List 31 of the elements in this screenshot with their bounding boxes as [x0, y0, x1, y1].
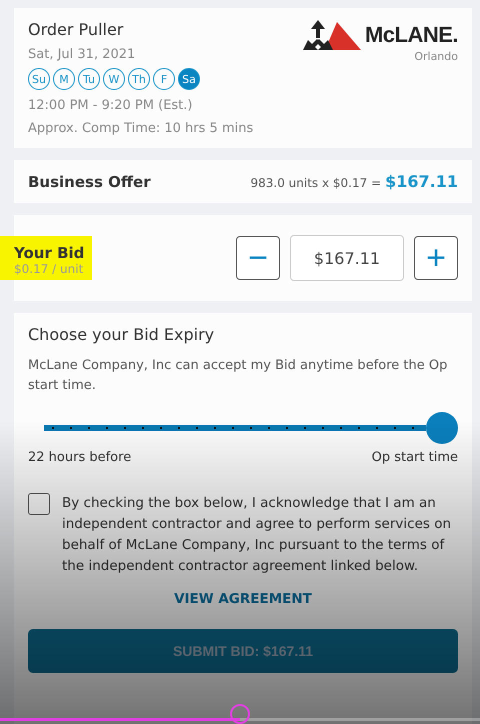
agreement-text: By checking the box below, I acknowledge that I am an independent contractor and agree to perform services on behalf of McLane Company, Inc pursuant to the terms of the independent contractor agreement linked below.	[62, 494, 452, 576]
day-chip: Tu	[78, 68, 100, 90]
expiry-text: McLane Company, Inc can accept my Bid anytime before the Op start time.	[28, 357, 448, 395]
decrease-button[interactable]: −	[236, 236, 280, 280]
job-title: Order Puller	[28, 20, 124, 39]
bid-field[interactable]: $167.11	[290, 235, 404, 281]
bid-label: Your Bid	[14, 244, 84, 262]
logo-text: McLANE.	[364, 22, 458, 48]
day-chip: W	[103, 68, 125, 90]
day-chip: M	[53, 68, 75, 90]
bid-rate: $0.17 / unit	[14, 262, 84, 276]
slider-max-label: Op start time	[372, 450, 458, 465]
day-chip: Th	[128, 68, 150, 90]
offer-formula: 983.0 units x $0.17 =	[250, 176, 382, 190]
job-date: Sat, Jul 31, 2021	[28, 47, 136, 62]
slider-min-label: 22 hours before	[28, 450, 132, 465]
comp-time: Approx. Comp Time: 10 hrs 5 mins	[28, 121, 254, 136]
location-text: Orlando	[414, 50, 458, 63]
offer-total: $167.11	[385, 172, 458, 191]
video-progress-thumb[interactable]	[230, 704, 250, 724]
job-hours: 12:00 PM - 9:20 PM (Est.)	[28, 98, 194, 113]
slider-thumb[interactable]	[426, 412, 458, 444]
offer-label: Business Offer	[28, 172, 151, 190]
logo-icon	[302, 20, 361, 50]
day-chip: Sa	[178, 68, 200, 90]
view-agreement-link[interactable]: VIEW AGREEMENT	[174, 591, 312, 607]
agree-checkbox[interactable]	[28, 493, 50, 515]
day-chip: Su	[28, 68, 50, 90]
expiry-title: Choose your Bid Expiry	[28, 325, 216, 344]
increase-button[interactable]: +	[414, 236, 458, 280]
day-chip: F	[153, 68, 175, 90]
